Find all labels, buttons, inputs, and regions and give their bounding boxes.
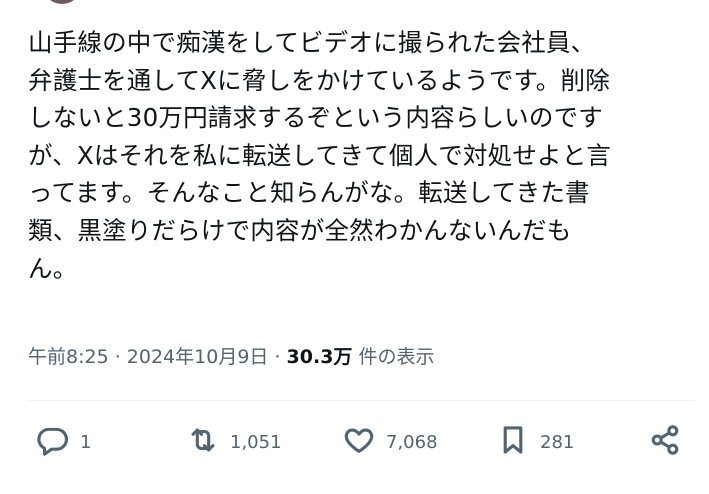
tweet-text-line: ってます。そんなこと知らんがな。転送してきた書 [28, 178, 590, 208]
tweet-text-line: 山手線の中で痴漢をしてビデオに撮られた会社員、 [28, 28, 596, 57]
reply-count: 1 [80, 431, 92, 453]
tweet-text-line: しないと30万円請求するぞという内容らしいのです [28, 103, 603, 133]
tweet-text-line: が、Xはそれを私に転送してきて個人で対処せよと言 [28, 140, 612, 170]
action-bar: 1 1,051 7,068 281 [0, 420, 709, 464]
reply-button[interactable]: 1 [36, 420, 91, 464]
bookmark-icon [496, 423, 530, 461]
view-count[interactable]: 30.3万 [287, 346, 353, 368]
repost-button[interactable]: 1,051 [186, 420, 282, 464]
tweet-text: 山手線の中で痴漢をしてビデオに撮られた会社員、 弁護士を通してXに脅しをかけてい… [28, 24, 698, 287]
like-count: 7,068 [386, 431, 438, 453]
share-icon [648, 423, 682, 461]
view-label: 件の表示 [352, 346, 435, 368]
bookmark-count: 281 [540, 431, 575, 453]
reply-icon [36, 423, 70, 461]
tweet-meta: 午前8:25 · 2024年10月9日 · 30.3万 件の表示 [28, 342, 434, 369]
share-button[interactable] [648, 420, 682, 464]
like-icon [342, 423, 376, 461]
repost-icon [186, 423, 220, 461]
tweet-text-line: 弁護士を通してXに脅しをかけているようです。削除 [28, 65, 610, 95]
repost-count: 1,051 [230, 431, 282, 453]
avatar[interactable] [42, 0, 82, 4]
tweet-text-line: 類、黒塗りだらけで内容が全然わかんないんだも [28, 215, 572, 245]
timestamp[interactable]: 午前8:25 · 2024年10月9日 · [28, 346, 287, 368]
like-button[interactable]: 7,068 [342, 420, 438, 464]
tweet-text-line: ん。 [28, 253, 78, 283]
divider [27, 400, 695, 401]
bookmark-button[interactable]: 281 [496, 420, 574, 464]
